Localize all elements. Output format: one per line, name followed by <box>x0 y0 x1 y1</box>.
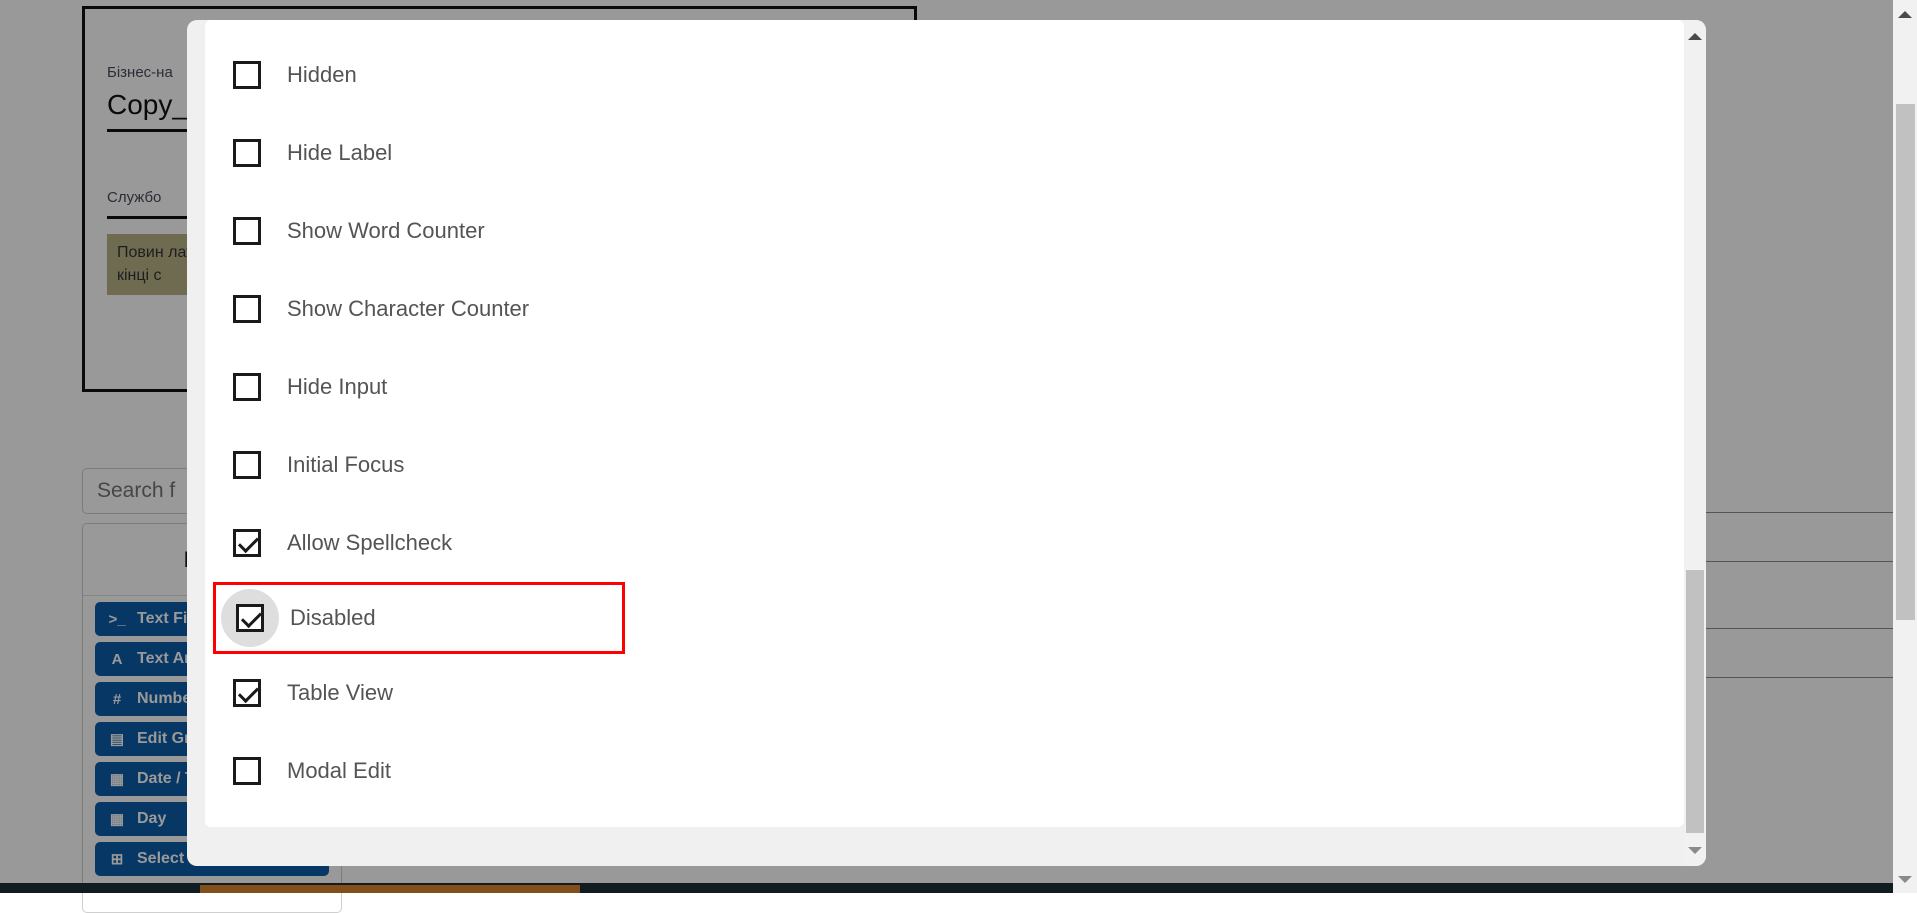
page-scroll-down-arrow[interactable] <box>1893 869 1917 889</box>
checkbox-unchecked-icon[interactable] <box>233 757 261 785</box>
checkbox-row-table-view[interactable]: Table View <box>205 654 1684 732</box>
checkbox-control[interactable] <box>213 41 281 109</box>
checkbox-control[interactable] <box>213 119 281 187</box>
checkbox-label: Show Character Counter <box>287 296 529 322</box>
checkbox-label: Modal Edit <box>287 758 391 784</box>
checkbox-unchecked-icon[interactable] <box>233 295 261 323</box>
checkbox-control[interactable] <box>213 353 281 421</box>
checkbox-label: Allow Spellcheck <box>287 530 452 556</box>
modal-content-card: Hidden Hide Label Show Word Counter Show Ch… <box>205 20 1684 827</box>
checkbox-unchecked-icon[interactable] <box>233 451 261 479</box>
modal-scrollbar-thumb[interactable] <box>1686 570 1704 833</box>
checkbox-checked-icon[interactable] <box>233 529 261 557</box>
checkbox-control[interactable] <box>213 431 281 499</box>
checkbox-row-hidden[interactable]: Hidden <box>205 36 1684 114</box>
checkmark-icon <box>238 682 259 703</box>
checkbox-list: Hidden Hide Label Show Word Counter Show Ch… <box>205 20 1684 827</box>
checkbox-row-allow-spellcheck[interactable]: Allow Spellcheck <box>205 504 1684 582</box>
checkbox-unchecked-icon[interactable] <box>233 139 261 167</box>
checkbox-label: Hide Label <box>287 140 392 166</box>
checkbox-checked-icon[interactable] <box>233 679 261 707</box>
checkbox-label: Table View <box>287 680 393 706</box>
checkbox-label: Initial Focus <box>287 452 404 478</box>
checkmark-icon <box>238 532 259 553</box>
modal-scroll-up-arrow[interactable] <box>1684 26 1706 46</box>
modal-scrollbar[interactable] <box>1684 20 1706 866</box>
checkbox-row-initial-focus[interactable]: Initial Focus <box>205 426 1684 504</box>
checkmark-icon <box>241 607 262 628</box>
checkbox-control[interactable] <box>213 737 281 805</box>
checkbox-row-hide-input[interactable]: Hide Input <box>205 348 1684 426</box>
page-scrollbar[interactable] <box>1893 0 1917 893</box>
checkbox-control[interactable] <box>216 584 284 652</box>
checkbox-checked-icon[interactable] <box>236 604 264 632</box>
checkbox-label: Hidden <box>287 62 357 88</box>
checkbox-control[interactable] <box>213 197 281 265</box>
checkbox-row-hide-label[interactable]: Hide Label <box>205 114 1684 192</box>
modal-scroll-down-arrow[interactable] <box>1684 840 1706 860</box>
checkbox-row-show-word-counter[interactable]: Show Word Counter <box>205 192 1684 270</box>
checkbox-unchecked-icon[interactable] <box>233 373 261 401</box>
checkbox-control[interactable] <box>213 659 281 727</box>
checkbox-label: Hide Input <box>287 374 387 400</box>
checkbox-control[interactable] <box>213 509 281 577</box>
checkbox-control[interactable] <box>213 275 281 343</box>
page-scroll-up-arrow[interactable] <box>1893 4 1917 24</box>
checkbox-label: Disabled <box>290 605 376 631</box>
checkbox-row-disabled[interactable]: Disabled <box>213 582 625 654</box>
checkbox-unchecked-icon[interactable] <box>233 217 261 245</box>
checkbox-row-modal-edit[interactable]: Modal Edit <box>205 732 1684 810</box>
checkbox-label: Show Word Counter <box>287 218 485 244</box>
checkbox-unchecked-icon[interactable] <box>233 61 261 89</box>
checkbox-row-show-character-counter[interactable]: Show Character Counter <box>205 270 1684 348</box>
page-scrollbar-thumb[interactable] <box>1896 104 1915 620</box>
settings-modal: Hidden Hide Label Show Word Counter Show Ch… <box>187 20 1706 866</box>
